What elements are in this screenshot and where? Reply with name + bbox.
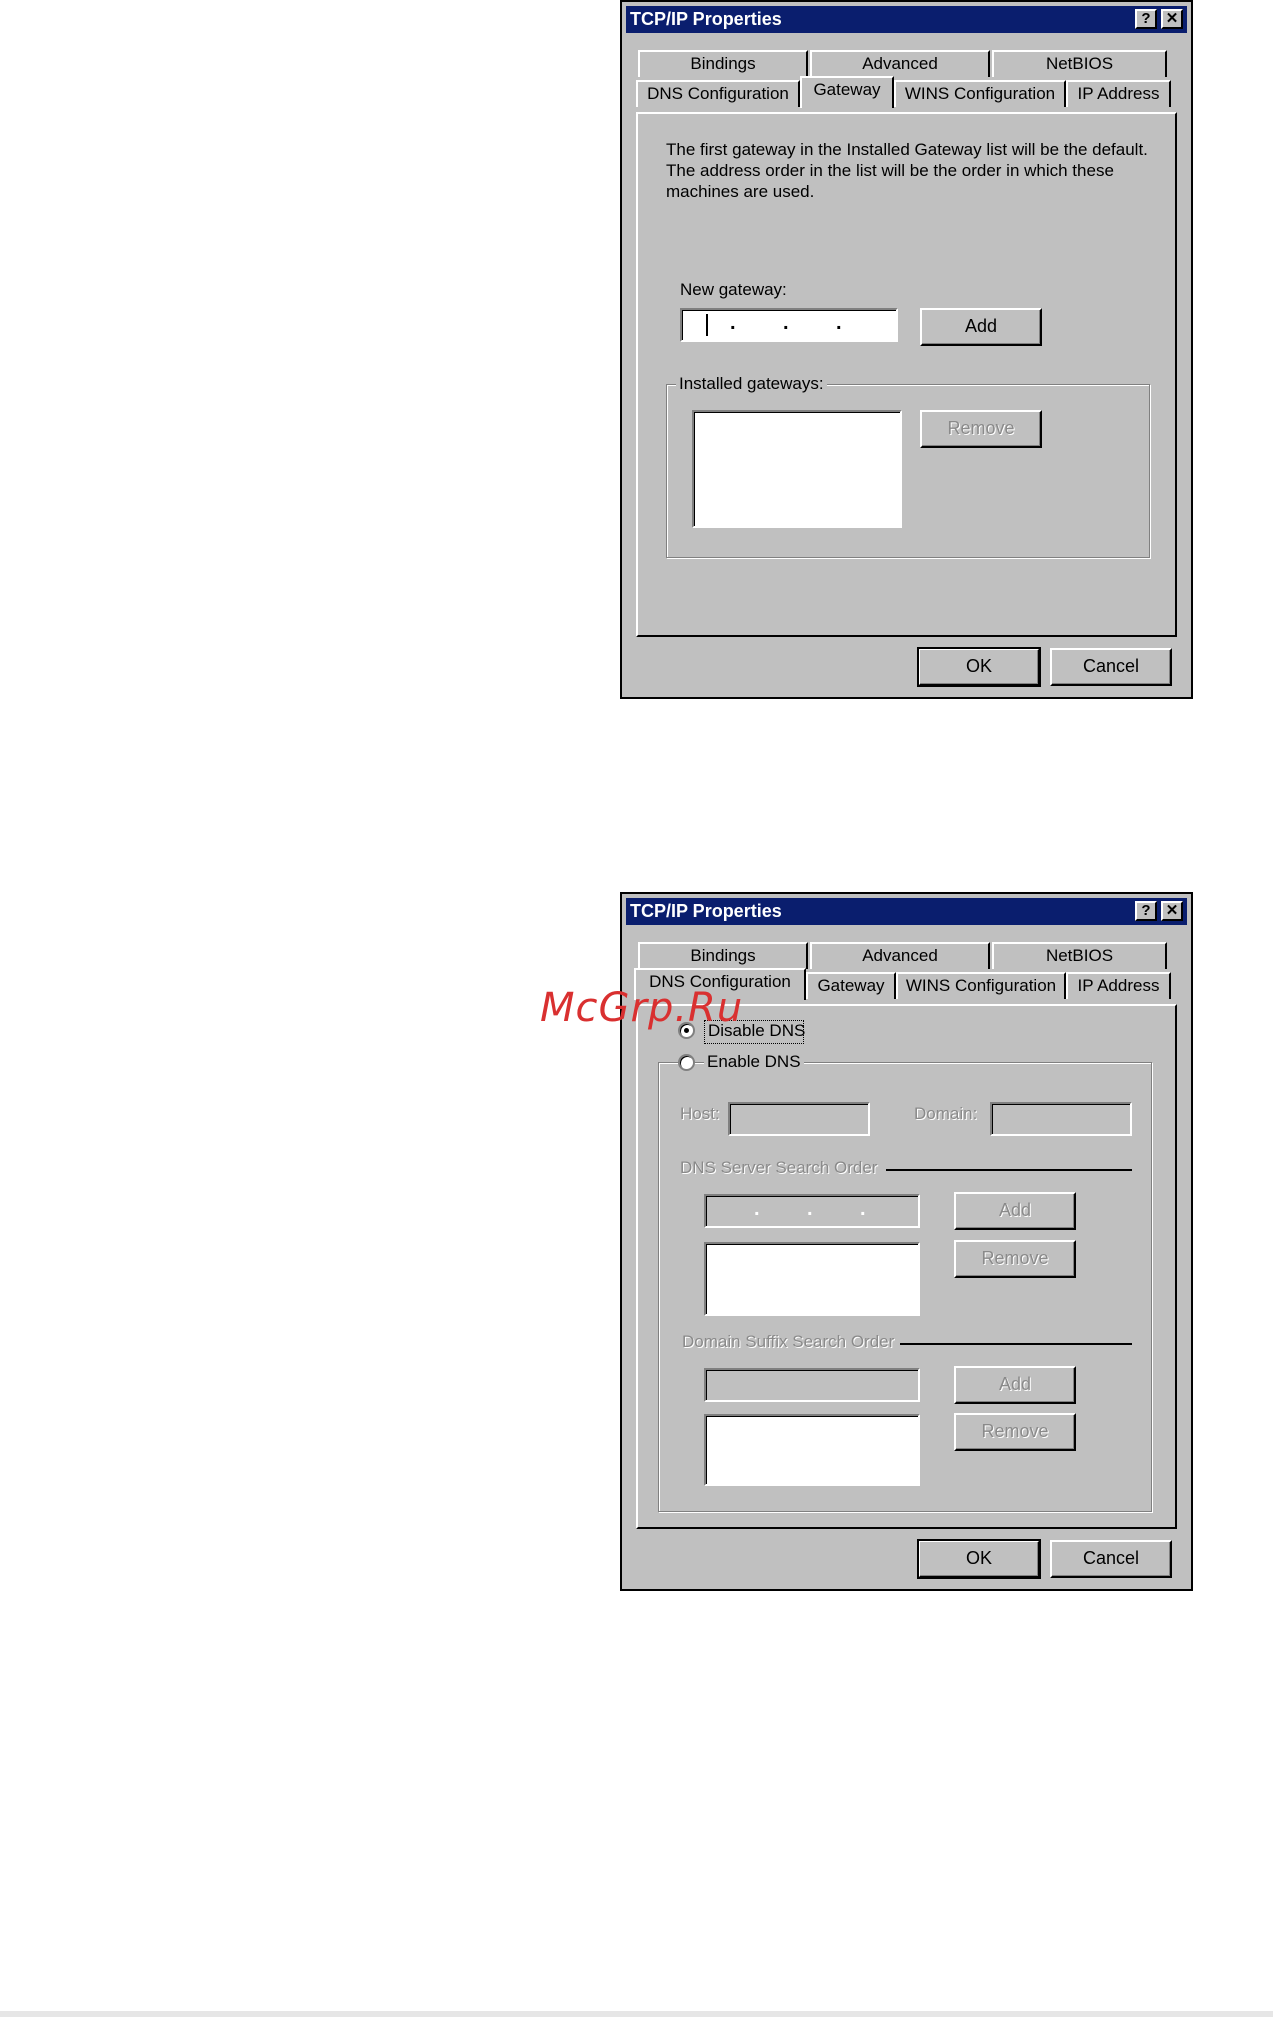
tab-netbios[interactable]: NetBIOS — [992, 942, 1167, 969]
installed-gateways-list[interactable] — [692, 410, 902, 528]
gateway-info-text: The first gateway in the Installed Gatew… — [666, 140, 1148, 201]
tab-bindings[interactable]: Bindings — [638, 50, 808, 77]
dns-server-list[interactable] — [704, 1242, 920, 1316]
domain-suffix-input[interactable] — [704, 1368, 920, 1402]
tab-bindings[interactable]: Bindings — [638, 942, 808, 969]
tab-netbios[interactable]: NetBIOS — [992, 50, 1167, 77]
host-label: Host: — [680, 1104, 720, 1123]
host-input[interactable] — [728, 1102, 870, 1136]
gateway-tab-panel: The first gateway in the Installed Gatew… — [636, 112, 1177, 637]
tab-dns-configuration[interactable]: DNS Configuration — [636, 80, 800, 107]
tab-gateway[interactable]: Gateway — [800, 76, 894, 108]
help-button[interactable]: ? — [1135, 901, 1157, 921]
tab-advanced[interactable]: Advanced — [810, 50, 990, 77]
help-button[interactable]: ? — [1135, 9, 1157, 29]
ok-button[interactable]: OK — [917, 647, 1041, 687]
ok-button[interactable]: OK — [917, 1539, 1041, 1579]
ip-dot: . — [754, 1198, 760, 1220]
ip-dot: . — [836, 312, 842, 334]
ip-dot: . — [807, 1198, 813, 1220]
enable-dns-radio[interactable] — [678, 1054, 695, 1071]
suffix-add-button[interactable]: Add — [954, 1366, 1076, 1404]
tab-gateway[interactable]: Gateway — [806, 972, 896, 999]
tab-advanced[interactable]: Advanced — [810, 942, 990, 969]
dns-add-button[interactable]: Add — [954, 1192, 1076, 1230]
ip-dot: . — [783, 312, 789, 334]
new-gateway-ip-input[interactable]: . . . — [680, 308, 898, 342]
text-cursor — [706, 314, 708, 336]
domain-suffix-list[interactable] — [704, 1414, 920, 1486]
close-button[interactable]: ✕ — [1161, 901, 1183, 921]
dialog-titlebar[interactable]: TCP/IP Properties ? ✕ — [626, 6, 1187, 33]
close-button[interactable]: ✕ — [1161, 9, 1183, 29]
domain-label: Domain: — [914, 1104, 978, 1123]
ip-dot: . — [860, 1198, 866, 1220]
dialog-titlebar[interactable]: TCP/IP Properties ? ✕ — [626, 898, 1187, 925]
dialog-title: TCP/IP Properties — [630, 901, 782, 921]
tab-wins-configuration[interactable]: WINS Configuration — [896, 972, 1066, 999]
page-bottom-rule — [0, 2011, 1273, 2017]
dns-server-ip-input[interactable]: . . . — [704, 1194, 920, 1228]
cancel-button[interactable]: Cancel — [1050, 648, 1172, 686]
dns-remove-button[interactable]: Remove — [954, 1240, 1076, 1278]
cancel-button[interactable]: Cancel — [1050, 1540, 1172, 1578]
domain-suffix-search-order-label: Domain Suffix Search Order — [682, 1332, 895, 1351]
tcpip-properties-dialog-gateway: TCP/IP Properties ? ✕ Bindings Advanced … — [620, 0, 1193, 699]
ip-dot: . — [730, 312, 736, 334]
dns-server-search-order-label: DNS Server Search Order — [680, 1158, 878, 1177]
remove-gateway-button[interactable]: Remove — [920, 410, 1042, 448]
new-gateway-label: New gateway: — [680, 280, 787, 299]
suffix-remove-button[interactable]: Remove — [954, 1413, 1076, 1451]
separator-line — [886, 1169, 1132, 1171]
tab-ip-address[interactable]: IP Address — [1066, 80, 1171, 107]
tab-ip-address[interactable]: IP Address — [1066, 972, 1171, 999]
tab-wins-configuration[interactable]: WINS Configuration — [894, 80, 1066, 107]
installed-gateways-label: Installed gateways: — [676, 374, 827, 394]
add-gateway-button[interactable]: Add — [920, 308, 1042, 346]
dialog-title: TCP/IP Properties — [630, 9, 782, 29]
dns-tab-panel: Disable DNS Enable DNS Host: Domain: DNS… — [636, 1004, 1177, 1529]
enable-dns-label[interactable]: Enable DNS — [704, 1052, 804, 1072]
domain-input[interactable] — [990, 1102, 1132, 1136]
separator-line — [900, 1343, 1132, 1345]
watermark-text: McGrp.Ru — [540, 985, 744, 1031]
